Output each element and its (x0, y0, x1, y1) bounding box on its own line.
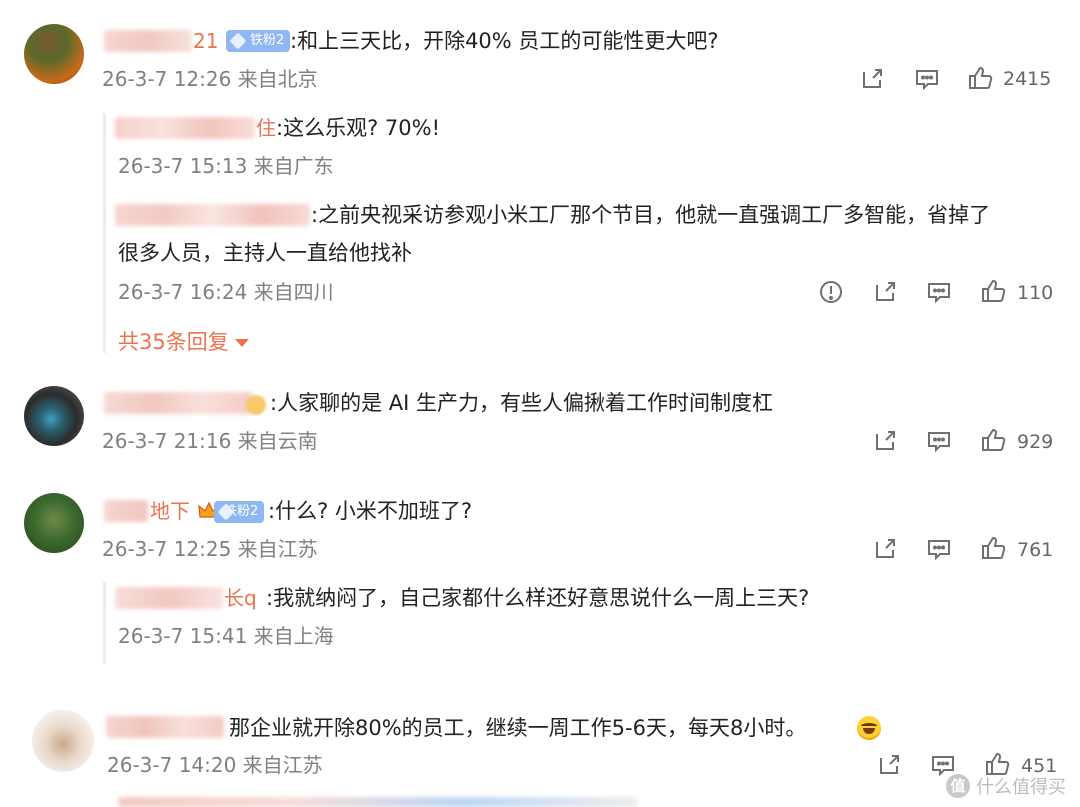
like-count: 761 (1017, 539, 1054, 561)
username-blurred[interactable] (115, 204, 310, 226)
more-replies-link[interactable]: 共35条回复 (118, 328, 249, 356)
comment-icon[interactable] (925, 427, 953, 455)
comment-meta: 26-3-7 12:25 来自江苏 (102, 537, 318, 561)
reply-thread-line (103, 113, 106, 353)
comment-meta: 26-3-7 14:20 来自江苏 (107, 753, 323, 777)
reply-username[interactable]: 长q (224, 584, 257, 612)
username-blurred[interactable] (104, 30, 192, 52)
share-icon[interactable] (871, 427, 899, 455)
avatar[interactable] (24, 24, 84, 84)
comment-text: :什么? 小米不加班了? (268, 499, 473, 523)
caret-down-icon (234, 339, 249, 347)
avatar[interactable] (24, 386, 84, 446)
thumbs-up-icon[interactable] (966, 64, 994, 92)
comment-icon[interactable] (925, 278, 953, 306)
thumbs-up-icon[interactable] (979, 277, 1007, 305)
username[interactable]: 地下 (150, 497, 190, 525)
avatar[interactable] (32, 710, 94, 772)
comment-text: 那企业就开除80%的员工，继续一周工作5-6天，每天8小时。 (229, 716, 807, 740)
comment-text: :和上三天比，开除40% 员工的可能性更大吧? (290, 29, 719, 53)
reply-text-line2: 很多人员，主持人一直给他找补 (118, 241, 412, 265)
more-replies-label: 共35条回复 (118, 330, 229, 354)
like-count: 929 (1017, 431, 1054, 453)
username-blurred[interactable] (115, 117, 255, 139)
watermark: 值 什么值得买 (946, 773, 1066, 799)
crown-icon (246, 395, 266, 415)
comment-text: :人家聊的是 AI 生产力，有些人偏揪着工作时间制度杠 (270, 391, 773, 415)
like-count: 110 (1017, 282, 1054, 304)
username-blurred[interactable] (104, 500, 148, 522)
reply-meta: 26-3-7 15:13 来自广东 (118, 154, 334, 178)
laughing-crying-emoji-icon (857, 716, 881, 740)
like-count: 2415 (1003, 68, 1052, 90)
reply-text: :我就纳闷了，自己家都什么样还好意思说什么一周上三天? (266, 586, 810, 610)
share-icon[interactable] (871, 535, 899, 563)
reply-thread-line (103, 582, 106, 664)
reply-meta: 26-3-7 16:24 来自四川 (118, 280, 334, 304)
reply-text-line1: :之前央视采访参观小米工厂那个节目，他就一直强调工厂多智能，省掉了 (311, 203, 991, 227)
username[interactable]: 21 (193, 27, 218, 55)
report-icon[interactable] (817, 278, 845, 306)
fan-badge: 铁粉2 (226, 30, 291, 52)
watermark-text: 什么值得买 (976, 777, 1066, 798)
fan-badge: 铁粉2 (214, 501, 265, 523)
username-blurred[interactable] (104, 392, 252, 414)
thumbs-up-icon[interactable] (979, 426, 1007, 454)
comment-icon[interactable] (925, 535, 953, 563)
comment-meta: 26-3-7 21:16 来自云南 (102, 429, 318, 453)
reply-meta: 26-3-7 15:41 来自上海 (118, 624, 334, 648)
watermark-logo: 值 (946, 774, 970, 798)
share-icon[interactable] (875, 751, 903, 779)
reply-text: :这么乐观? 70%! (276, 116, 440, 140)
thumbs-up-icon[interactable] (979, 534, 1007, 562)
share-icon[interactable] (858, 65, 886, 93)
comment-meta: 26-3-7 12:26 来自北京 (102, 67, 318, 91)
avatar[interactable] (24, 493, 84, 553)
comment-icon[interactable] (913, 65, 941, 93)
username-blurred[interactable] (115, 587, 223, 609)
share-icon[interactable] (871, 278, 899, 306)
username-blurred[interactable] (106, 716, 224, 738)
truncated-next-row (118, 797, 638, 807)
reply-username[interactable]: 住 (256, 114, 276, 142)
